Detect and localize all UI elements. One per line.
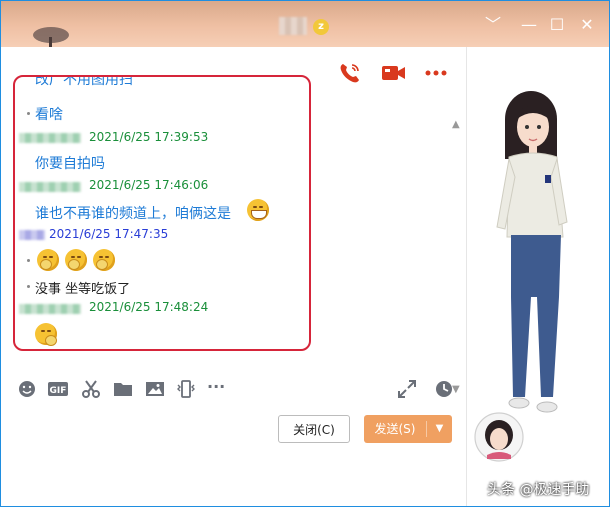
emoji-icon[interactable] [17,379,37,399]
history-icon[interactable] [434,379,454,399]
shake-window-icon[interactable] [176,379,196,399]
tree-silhouette [33,27,69,47]
watermark-text: 头条 @极速手助 [487,482,590,498]
image-icon[interactable] [145,379,165,399]
show-avatar-panel [467,47,609,506]
chat-window: z ﹀ — ☐ ✕ ▲ ▼ 改广不用图用扫 看啥 2021/6/25 17:39… [0,0,610,507]
gif-label: GIF [50,386,67,396]
highlight-box [13,75,311,351]
title-bar[interactable]: z ﹀ — ☐ ✕ [1,1,609,47]
folder-icon[interactable] [113,379,133,399]
dropdown-menu-button[interactable]: ﹀ [481,13,505,37]
send-label[interactable]: 发送(S) [364,415,426,443]
expand-icon[interactable] [397,379,417,399]
input-toolbar: GIF ··· [1,373,466,407]
contact-name-blurred [279,17,307,35]
close-button[interactable]: 关闭(C) [278,415,350,443]
send-button[interactable]: 发送(S) ▼ [364,415,452,443]
minimize-button[interactable]: — [517,13,541,37]
scissors-icon[interactable] [81,379,101,399]
status-badge: z [313,19,329,35]
cartoon-girl-figure [474,91,568,462]
send-options-arrow[interactable]: ▼ [427,415,452,443]
scroll-up-arrow[interactable]: ▲ [452,119,460,130]
maximize-button[interactable]: ☐ [545,13,569,37]
close-window-button[interactable]: ✕ [575,13,599,37]
more-tools-button[interactable]: ··· [207,377,227,397]
gif-icon[interactable]: GIF [47,379,69,399]
